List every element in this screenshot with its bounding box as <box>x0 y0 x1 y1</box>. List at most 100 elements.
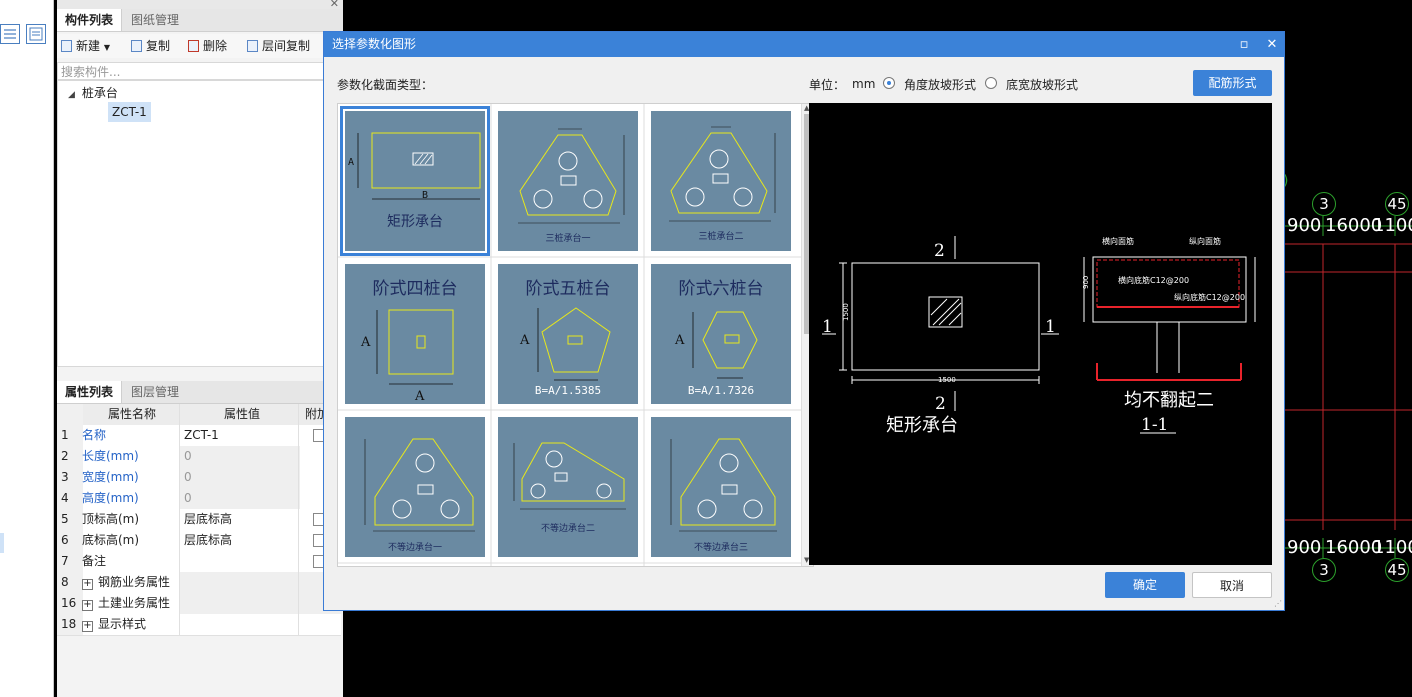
thumb-label: 阶式五桩台 <box>525 279 611 299</box>
thumb-label: 矩形承台 <box>387 214 443 230</box>
copy-label: 复制 <box>146 39 171 53</box>
width-slope-label[interactable]: 底宽放坡形式 <box>1006 76 1078 93</box>
cancel-button[interactable]: 取消 <box>1192 572 1272 598</box>
shape-preview: 2 2 1 1 1500 1500 横向面筋 纵向面筋 横向底筋C12@200 <box>809 103 1272 565</box>
prop-name: 底标高(m) <box>82 533 140 547</box>
header-value: 属性值 <box>179 404 300 425</box>
table-row[interactable]: 16 + 土建业务属性 <box>57 593 342 615</box>
prop-value[interactable]: 0 <box>179 488 300 509</box>
prop-value <box>179 572 300 593</box>
prop-name: 名称 <box>82 428 107 442</box>
section-mark-right: 1 <box>1045 317 1056 337</box>
axis-label: 5 <box>1397 561 1407 579</box>
expand-icon[interactable]: + <box>82 600 93 611</box>
axis-label: 4 <box>1387 195 1397 213</box>
thumb-label: 不等边承台二 <box>540 524 595 534</box>
angle-slope-radio[interactable] <box>883 77 895 89</box>
list-view-icon[interactable] <box>0 24 20 44</box>
table-row[interactable]: 3 宽度(mm) 0 <box>57 467 341 489</box>
prop-name: 高度(mm) <box>82 491 139 505</box>
label-h-top: 横向面筋 <box>1102 236 1134 246</box>
prop-name: 备注 <box>82 554 107 568</box>
dim-text: 900 <box>1287 537 1322 558</box>
thumb-stepped-six-pile[interactable]: 阶式六桩台 A B=A/1.7326 <box>651 264 791 404</box>
property-header-row: 属性名称 属性值 附加 <box>57 404 341 426</box>
tree-collapse-icon[interactable]: ◢ <box>68 90 75 100</box>
select-parametric-shape-dialog: 选择参数化图形 ▫ ✕ 参数化截面类型： 单位： mm 角度放坡形式 底宽放坡形… <box>323 31 1285 611</box>
thumb-stepped-four-pile[interactable]: 阶式四桩台 A A <box>345 264 485 404</box>
cad-canvas[interactable]: ) 3 45 900 16000 1100 900 16000 1100 3 4… <box>1285 0 1412 697</box>
table-row[interactable]: 6 底标高(m) 层底标高 <box>57 530 341 552</box>
property-tabs: 属性列表 图层管理 <box>57 381 343 404</box>
angle-slope-label[interactable]: 角度放坡形式 <box>904 76 976 93</box>
dim-text: 900 <box>1287 215 1322 236</box>
expand-icon[interactable]: + <box>82 621 93 632</box>
chevron-down-icon[interactable]: ▼ <box>104 43 110 52</box>
table-row[interactable]: 1 名称 ZCT-1 <box>57 425 341 447</box>
thumb-three-pile-1[interactable]: 三桩承台一 <box>498 111 638 251</box>
thumb-rect-cap[interactable]: A B 矩形承台 <box>340 106 490 256</box>
dim-section-height: 900 <box>1082 276 1090 289</box>
component-panel: ✕ 构件列表 图纸管理 新建 ▼ 复制 删除 层间复制 搜索构件... ◢ 桩承台… <box>57 0 343 697</box>
tab-property-list[interactable]: 属性列表 <box>57 381 123 403</box>
prop-value[interactable]: 层底标高 <box>179 509 300 530</box>
thumb-stepped-five-pile[interactable]: 阶式五桩台 A B=A/1.5385 <box>498 264 638 404</box>
resize-grip-icon[interactable]: ⋰ <box>1274 599 1282 608</box>
prop-value[interactable] <box>179 551 300 572</box>
tab-layer-management[interactable]: 图层管理 <box>123 381 187 403</box>
dim-height: 1500 <box>842 303 850 321</box>
table-row[interactable]: 18 + 显示样式 <box>57 614 341 636</box>
axis-circle[interactable]: 45 <box>1385 558 1409 582</box>
unequal-cap-shape <box>670 438 777 532</box>
prop-value[interactable]: 0 <box>179 446 300 467</box>
dialog-title: 选择参数化图形 <box>332 37 417 51</box>
tab-component-list[interactable]: 构件列表 <box>57 9 123 31</box>
thumb-unequal-cap-2[interactable]: 不等边承台二 <box>498 417 638 557</box>
unequal-cap-shape <box>513 442 626 510</box>
rebar-form-button[interactable]: 配筋形式 <box>1193 70 1272 96</box>
delete-label: 删除 <box>203 39 228 53</box>
floor-copy-icon <box>247 40 258 52</box>
table-row[interactable]: 2 长度(mm) 0 <box>57 446 341 468</box>
tree-parent-label: 桩承台 <box>81 86 118 100</box>
preview-caption-right: 均不翻起二 <box>1124 390 1214 411</box>
delete-button[interactable]: 删除 <box>188 38 227 54</box>
axis-partial-label: ) <box>1285 173 1288 189</box>
prop-extra <box>298 614 342 635</box>
prop-value <box>179 614 300 635</box>
table-row[interactable]: 5 顶标高(m) 层底标高 <box>57 509 341 531</box>
component-search-input[interactable]: 搜索构件... <box>57 62 341 80</box>
prop-name: + 土建业务属性 <box>79 593 182 614</box>
dialog-titlebar[interactable]: 选择参数化图形 ▫ ✕ <box>324 32 1284 57</box>
prop-value[interactable]: ZCT-1 <box>179 425 300 446</box>
detail-view-icon[interactable] <box>26 24 46 44</box>
copy-button[interactable]: 复制 <box>131 38 170 54</box>
table-row[interactable]: 7 备注 <box>57 551 341 573</box>
unit-label: 单位： <box>809 78 846 92</box>
prop-value[interactable]: 0 <box>179 467 300 488</box>
floor-copy-button[interactable]: 层间复制 <box>247 38 310 54</box>
prop-value[interactable]: 层底标高 <box>179 530 300 551</box>
tree-node-pile-cap[interactable]: ◢ 桩承台 <box>68 84 118 101</box>
section-mark-bottom: 2 <box>935 394 946 414</box>
width-slope-radio[interactable] <box>985 77 997 89</box>
maximize-icon[interactable]: ▫ <box>1232 32 1256 57</box>
expand-icon[interactable]: + <box>82 579 93 590</box>
close-icon[interactable]: ✕ <box>1260 32 1284 57</box>
thumb-unequal-cap-1[interactable]: 不等边承台一 <box>345 417 485 557</box>
thumb-unequal-cap-3[interactable]: 不等边承台三 <box>651 417 791 557</box>
table-row[interactable]: 4 高度(mm) 0 <box>57 488 341 510</box>
ok-button[interactable]: 确定 <box>1105 572 1185 598</box>
new-button[interactable]: 新建 ▼ <box>61 38 110 54</box>
section-type-label: 参数化截面类型： <box>337 78 434 92</box>
axis-circle[interactable]: 3 <box>1312 192 1336 216</box>
axis-circle[interactable]: 3 <box>1312 558 1336 582</box>
svg-text:A: A <box>348 157 354 168</box>
axis-circle[interactable]: 45 <box>1385 192 1409 216</box>
thumb-formula: B=A/1.7326 <box>687 384 755 397</box>
tree-node-zct1[interactable]: ZCT-1 <box>108 102 151 122</box>
cad-grid <box>1285 216 1412 558</box>
tab-drawing-management[interactable]: 图纸管理 <box>123 9 187 31</box>
table-row[interactable]: 8 + 钢筋业务属性 <box>57 572 342 594</box>
thumb-three-pile-2[interactable]: 三桩承台二 <box>651 111 791 251</box>
